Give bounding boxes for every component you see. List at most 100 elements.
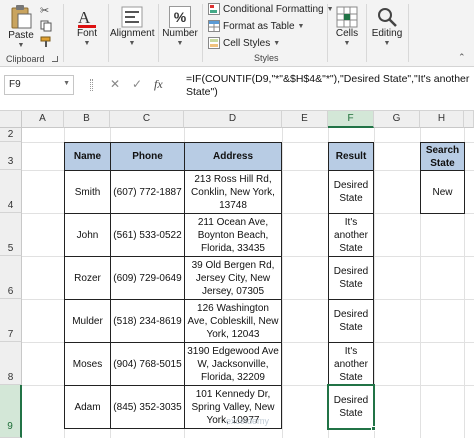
name-box-value: F9 [9, 79, 21, 90]
table-cell-phone[interactable]: (845) 352-3035 [110, 385, 185, 429]
clipboard-launcher-icon[interactable] [52, 56, 58, 62]
table-cell-name[interactable]: Adam [64, 385, 111, 429]
result-cell[interactable]: Desired State [328, 256, 374, 300]
collapse-ribbon-icon[interactable]: ⌃ [458, 52, 466, 63]
copy-icon[interactable] [40, 20, 52, 35]
cells-label: Cells [335, 28, 359, 39]
row-header-9[interactable]: 9 [0, 385, 22, 438]
column-header-e[interactable]: E [282, 111, 328, 128]
column-header-c[interactable]: C [110, 111, 184, 128]
cell-styles-icon [208, 37, 220, 49]
table-cell-address[interactable]: 213 Ross Hill Rd, Conklin, New York, 137… [184, 170, 282, 214]
font-chevron-down-icon: ▼ [83, 40, 91, 47]
cells-button[interactable]: Cells ▼ [332, 6, 362, 47]
formula-bar-grip-icon [90, 79, 93, 91]
result-cell[interactable]: Desired State [328, 299, 374, 343]
name-box-chevron-down-icon[interactable]: ▼ [63, 80, 70, 87]
column-header-g[interactable]: G [374, 111, 420, 128]
font-label: Font [76, 28, 97, 39]
column-header-d[interactable]: D [184, 111, 282, 128]
watermark: exceldemy [226, 416, 270, 426]
format-as-table-label: Format as Table [223, 20, 295, 32]
table-cell-name[interactable]: Rozer [64, 256, 111, 300]
font-icon: A [78, 8, 96, 28]
ribbon: Paste ▼ ✂ Clipboard A Font ▼ Alignment ▼… [0, 0, 474, 67]
table-cell-phone[interactable]: (561) 533-0522 [110, 213, 185, 257]
format-as-table-icon [208, 20, 220, 32]
table-cell-address[interactable]: 211 Ocean Ave, Boynton Beach, Florida, 3… [184, 213, 282, 257]
styles-group-label: Styles [254, 53, 279, 63]
result-cell[interactable]: It's another State [328, 213, 374, 257]
row-header-3[interactable]: 3 [0, 142, 22, 170]
table-header-phone[interactable]: Phone [110, 142, 185, 171]
column-header-blank [464, 111, 474, 128]
insert-function-icon[interactable]: fx [154, 77, 163, 92]
table-cell-address[interactable]: 39 Old Bergen Rd, Jersey City, New Jerse… [184, 256, 282, 300]
row-header-4[interactable]: 4 [0, 170, 22, 213]
result-cell[interactable]: Desired State [328, 170, 374, 214]
conditional-formatting-label: Conditional Formatting [223, 3, 324, 15]
result-cell[interactable]: It's another State [328, 342, 374, 386]
alignment-label: Alignment [110, 28, 155, 39]
paste-button[interactable]: Paste ▼ [6, 4, 36, 49]
format-as-table-button[interactable]: Format as Table ▼ [208, 20, 304, 32]
result-header[interactable]: Result [328, 142, 374, 171]
row-header-7[interactable]: 7 [0, 299, 22, 342]
number-chevron-down-icon: ▼ [176, 40, 184, 47]
active-cell-selection [327, 384, 375, 430]
table-cell-phone[interactable]: (607) 772-1887 [110, 170, 185, 214]
column-header-a[interactable]: A [22, 111, 64, 128]
number-button[interactable]: % Number ▼ [162, 6, 198, 47]
row-header-6[interactable]: 6 [0, 256, 22, 299]
column-header-h[interactable]: H [420, 111, 464, 128]
fill-handle[interactable] [371, 426, 376, 431]
clipboard-group: Paste ▼ ✂ Clipboard [0, 0, 62, 67]
paste-icon [11, 5, 32, 29]
paste-chevron-down-icon[interactable]: ▼ [6, 42, 36, 49]
percent-icon: % [169, 6, 191, 28]
table-header-name[interactable]: Name [64, 142, 111, 171]
paste-label: Paste [8, 30, 34, 41]
magnifier-icon [378, 8, 397, 27]
cell-styles-chevron-down-icon: ▼ [273, 39, 281, 47]
table-cell-phone[interactable]: (609) 729-0649 [110, 256, 185, 300]
table-cell-phone[interactable]: (904) 768-5015 [110, 342, 185, 386]
row-header-8[interactable]: 8 [0, 342, 22, 385]
cut-icon[interactable]: ✂ [40, 4, 49, 17]
enter-icon[interactable]: ✓ [132, 77, 142, 91]
table-cell-name[interactable]: Moses [64, 342, 111, 386]
cells-icon [336, 6, 358, 28]
cell-styles-button[interactable]: Cell Styles ▼ [208, 37, 280, 49]
cancel-icon[interactable]: ✕ [110, 77, 120, 91]
search-state-input[interactable]: New [420, 170, 465, 214]
editing-button[interactable]: Editing ▼ [370, 6, 404, 47]
row-header-5[interactable]: 5 [0, 213, 22, 256]
conditional-formatting-button[interactable]: Conditional Formatting ▼ [208, 3, 334, 15]
name-box[interactable]: F9 ▼ [4, 75, 74, 95]
column-header-f[interactable]: F [328, 111, 374, 128]
table-cell-address[interactable]: 3190 Edgewood Ave W, Jacksonville, Flori… [184, 342, 282, 386]
table-cell-phone[interactable]: (518) 234-8619 [110, 299, 185, 343]
formula-bar: F9 ▼ ✕ ✓ fx =IF(COUNTIF(D9,"*"&$H$4&"*")… [0, 67, 474, 111]
clipboard-group-label: Clipboard [6, 54, 45, 64]
formula-input[interactable]: =IF(COUNTIF(D9,"*"&$H$4&"*"),"Desired St… [186, 73, 470, 99]
svg-text:A: A [78, 8, 91, 27]
conditional-formatting-icon [208, 3, 220, 15]
table-cell-name[interactable]: John [64, 213, 111, 257]
editing-label: Editing [371, 28, 403, 39]
select-all-corner[interactable] [0, 111, 22, 128]
font-button[interactable]: A Font ▼ [70, 6, 104, 47]
table-cell-address[interactable]: 126 Washington Ave, Cobleskill, New York… [184, 299, 282, 343]
format-painter-icon[interactable] [40, 36, 52, 51]
column-header-b[interactable]: B [64, 111, 110, 128]
alignment-icon [121, 6, 143, 28]
table-header-address[interactable]: Address [184, 142, 282, 171]
table-cell-name[interactable]: Smith [64, 170, 111, 214]
alignment-chevron-down-icon: ▼ [128, 40, 136, 47]
row-header-2[interactable]: 2 [0, 128, 22, 142]
format-as-table-chevron-down-icon: ▼ [297, 22, 305, 30]
cells-chevron-down-icon: ▼ [343, 40, 351, 47]
search-state-header[interactable]: Search State [420, 142, 465, 171]
alignment-button[interactable]: Alignment ▼ [110, 6, 154, 47]
table-cell-name[interactable]: Mulder [64, 299, 111, 343]
